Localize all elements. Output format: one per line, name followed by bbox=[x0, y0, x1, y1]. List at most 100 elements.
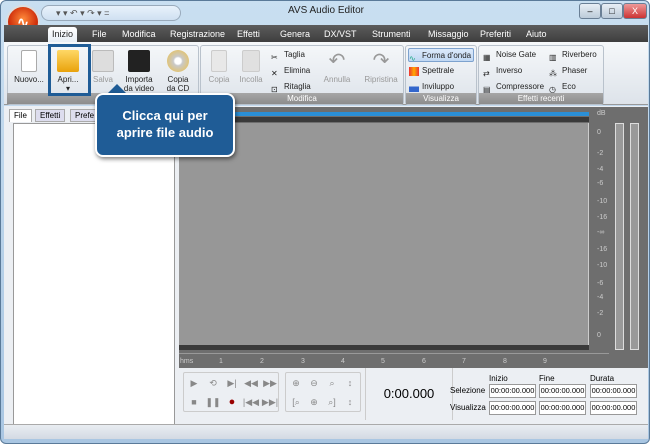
db-label: -∞ bbox=[597, 229, 605, 236]
overview-bar[interactable] bbox=[179, 112, 589, 116]
paste-icon bbox=[242, 50, 260, 72]
tab-inizio[interactable]: Inizio bbox=[48, 27, 78, 42]
level-meter-left bbox=[615, 123, 624, 350]
trim-icon: ⊡ bbox=[271, 85, 278, 94]
trim-button[interactable]: ⊡ Ritaglia bbox=[271, 80, 311, 94]
level-meter-right bbox=[630, 123, 639, 350]
zoom-out-icon[interactable]: ⊖ bbox=[305, 375, 323, 391]
db-label: -4 bbox=[597, 294, 604, 301]
loop-button[interactable]: ⟲ bbox=[204, 375, 222, 391]
play-selection-button[interactable]: ▶| bbox=[223, 375, 241, 391]
paste-button[interactable]: Incolla bbox=[233, 50, 269, 84]
ruler-tick: 7 bbox=[462, 358, 466, 365]
panel-tab-file[interactable]: File bbox=[9, 109, 32, 122]
tab-modifica[interactable]: Modifica bbox=[118, 27, 160, 42]
new-file-icon bbox=[21, 50, 37, 72]
view-start-field[interactable]: 00:00:00.000 bbox=[489, 401, 536, 415]
tab-file[interactable]: File bbox=[88, 27, 111, 42]
db-label: -2 bbox=[597, 310, 604, 317]
fast-forward-button[interactable]: ▶▶ bbox=[261, 375, 279, 391]
pause-button[interactable]: ❚❚ bbox=[204, 394, 222, 410]
panel-tab-effetti[interactable]: Effetti bbox=[35, 109, 66, 122]
ruler-tick: 9 bbox=[543, 358, 547, 365]
cut-button[interactable]: ✂ Taglia bbox=[271, 48, 305, 62]
save-button[interactable]: Salva bbox=[88, 50, 118, 84]
db-label: 0 bbox=[597, 332, 601, 339]
invert-icon: ⇄ bbox=[483, 69, 490, 78]
phaser-button[interactable]: ⁂ Phaser bbox=[549, 64, 587, 78]
selection-start-field[interactable]: 00:00:00.000 bbox=[489, 384, 536, 398]
tab-effetti[interactable]: Effetti bbox=[233, 27, 264, 42]
close-button[interactable]: X bbox=[623, 3, 647, 19]
zoom-full-icon[interactable]: [⌕ bbox=[287, 394, 305, 410]
minimize-button[interactable]: – bbox=[579, 3, 601, 19]
tab-genera[interactable]: Genera bbox=[276, 27, 314, 42]
invert-button[interactable]: ⇄ Inverso bbox=[483, 64, 522, 78]
tab-missaggio[interactable]: Missaggio bbox=[424, 27, 473, 42]
tab-dxvst[interactable]: DX/VST bbox=[320, 27, 361, 42]
status-bar bbox=[4, 424, 648, 439]
noise-gate-button[interactable]: ▦ Noise Gate bbox=[483, 48, 536, 62]
selection-duration-field[interactable]: 00:00:00.000 bbox=[590, 384, 637, 398]
reverb-button[interactable]: ▥ Riverbero bbox=[549, 48, 597, 62]
visualizza-group: ∿ Forma d'onda Spettrale Inviluppo Visual… bbox=[405, 45, 477, 105]
tab-preferiti[interactable]: Preferiti bbox=[476, 27, 515, 42]
control-panel: ▶ ⟲ ▶| ◀◀ ▶▶ ■ ❚❚ ● |◀◀ ▶▶| ⊕ ⊖ ⌕ ↕ [⌕ ⊕… bbox=[179, 368, 645, 423]
go-start-button[interactable]: |◀◀ bbox=[242, 394, 260, 410]
go-end-button[interactable]: ▶▶| bbox=[261, 394, 279, 410]
col-duration-label: Durata bbox=[590, 374, 615, 383]
ruler-tick: 2 bbox=[260, 358, 264, 365]
waveform-icon: ∿ bbox=[409, 54, 416, 63]
ruler-tick: 6 bbox=[422, 358, 426, 365]
envelope-view-button[interactable]: Inviluppo bbox=[409, 80, 454, 94]
db-label: -6 bbox=[597, 180, 604, 187]
waveform-view-button[interactable]: ∿ Forma d'onda bbox=[408, 48, 474, 63]
recent-effects-group-label: Effetti recenti bbox=[479, 93, 603, 104]
zoom-in-icon[interactable]: ⊕ bbox=[287, 375, 305, 391]
db-label: -4 bbox=[597, 166, 604, 173]
compressor-button[interactable]: ▤ Compressore bbox=[483, 80, 544, 94]
tab-strumenti[interactable]: Strumenti bbox=[368, 27, 415, 42]
time-display: 0:00.000 bbox=[365, 368, 453, 420]
db-label: -10 bbox=[597, 262, 608, 269]
col-start-label: Inizio bbox=[489, 374, 508, 383]
zoom-in-2-icon[interactable]: ⊕ bbox=[305, 394, 323, 410]
recent-effects-group: ▦ Noise Gate ⇄ Inverso ▤ Compressore ▥ River… bbox=[478, 45, 604, 105]
spectral-view-button[interactable]: Spettrale bbox=[409, 64, 454, 78]
zoom-vertical-2-icon[interactable]: ↕ bbox=[341, 394, 359, 410]
scrollbar-track[interactable] bbox=[179, 345, 589, 350]
selection-row-label: Selezione bbox=[450, 386, 486, 395]
new-button[interactable]: Nuovo... bbox=[11, 50, 47, 84]
waveform-canvas[interactable] bbox=[179, 123, 589, 345]
redo-button[interactable]: ↷ Ripristina bbox=[359, 50, 403, 84]
zoom-vertical-icon[interactable]: ↕ bbox=[341, 375, 359, 391]
record-button[interactable]: ● bbox=[223, 394, 241, 410]
transport-controls: ▶ ⟲ ▶| ◀◀ ▶▶ ■ ❚❚ ● |◀◀ ▶▶| bbox=[183, 372, 279, 412]
db-unit: dB bbox=[597, 110, 606, 117]
undo-button[interactable]: ↶ Annulla bbox=[319, 50, 355, 84]
copy-button[interactable]: Copia bbox=[201, 50, 237, 84]
stop-button[interactable]: ■ bbox=[185, 394, 203, 410]
tooltip-callout: Clicca qui per aprire file audio bbox=[95, 93, 235, 157]
ruler-tick: 3 bbox=[301, 358, 305, 365]
zoom-fit-icon[interactable]: ⌕] bbox=[323, 394, 341, 410]
copy-cd-button[interactable]: Copia da CD bbox=[160, 50, 196, 93]
tab-aiuto[interactable]: Aiuto bbox=[522, 27, 551, 42]
compressor-icon: ▤ bbox=[483, 85, 491, 94]
play-button[interactable]: ▶ bbox=[185, 375, 203, 391]
view-duration-field[interactable]: 00:00:00.000 bbox=[590, 401, 637, 415]
zoom-selection-icon[interactable]: ⌕ bbox=[323, 375, 341, 391]
tab-registrazione[interactable]: Registrazione bbox=[166, 27, 229, 42]
view-end-field[interactable]: 00:00:00.000 bbox=[539, 401, 586, 415]
ribbon-tabs: Inizio File Modifica Registrazione Effet… bbox=[4, 25, 648, 42]
echo-button[interactable]: ◷ Eco bbox=[549, 80, 576, 94]
maximize-button[interactable]: □ bbox=[601, 3, 623, 19]
rewind-button[interactable]: ◀◀ bbox=[242, 375, 260, 391]
selection-end-field[interactable]: 00:00:00.000 bbox=[539, 384, 586, 398]
open-button-highlight bbox=[48, 44, 91, 96]
window-title: AVS Audio Editor bbox=[288, 5, 364, 16]
undo-icon: ↶ bbox=[328, 50, 346, 72]
file-list-panel[interactable] bbox=[13, 123, 175, 429]
waveform-area[interactable]: hms 1 2 3 4 5 6 7 8 9 bbox=[179, 107, 609, 368]
delete-button[interactable]: ✕ Elimina bbox=[271, 64, 310, 78]
